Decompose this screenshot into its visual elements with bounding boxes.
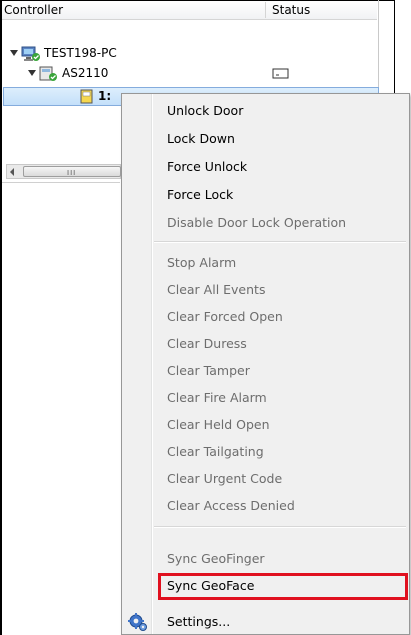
menu-item-sync-geofinger[interactable]: Sync GeoFinger [167,549,265,569]
horizontal-scrollbar[interactable]: III [6,164,121,179]
menu-gutter-highlight [152,94,153,634]
menu-item-disable-door-lock[interactable]: Disable Door Lock Operation [167,213,346,233]
menu-item-stop-alarm[interactable]: Stop Alarm [167,253,236,273]
status-icon [272,68,289,79]
menu-item-clear-tailgating[interactable]: Clear Tailgating [167,442,264,462]
context-menu: Unlock Door Lock Down Force Unlock Force… [121,93,410,635]
menu-item-clear-duress[interactable]: Clear Duress [167,334,247,354]
menu-item-clear-all-events[interactable]: Clear All Events [167,280,265,300]
scroll-left-icon[interactable] [10,168,14,176]
highlight-annotation [158,573,408,600]
computer-icon [21,46,40,61]
tree-node-door[interactable]: 1: [0,88,122,106]
menu-item-settings[interactable]: Settings... [167,612,230,632]
tree-node-label: TEST198-PC [44,46,117,60]
tree-node-pc[interactable]: TEST198-PC [0,45,370,63]
tree-node-controller[interactable]: AS2110 [0,65,370,83]
menu-item-lock-down[interactable]: Lock Down [167,129,235,149]
tree-node-label: 1: [98,89,112,103]
menu-item-clear-held-open[interactable]: Clear Held Open [167,415,270,435]
menu-separator [154,241,406,243]
tree-node-label: AS2110 [62,66,109,80]
divider [2,182,120,183]
expand-arrow-icon[interactable] [28,70,36,76]
column-header: Controller Status [2,1,377,20]
menu-item-unlock-door[interactable]: Unlock Door [167,101,243,121]
gear-icon [128,613,147,631]
menu-item-clear-tamper[interactable]: Clear Tamper [167,361,250,381]
scrollbar-thumb[interactable]: III [23,166,121,177]
scrollbar-grip: III [67,169,77,177]
menu-item-clear-forced-open[interactable]: Clear Forced Open [167,307,283,327]
column-divider[interactable] [265,2,266,18]
door-icon [80,89,93,104]
menu-item-force-lock[interactable]: Force Lock [167,185,233,205]
column-header-controller[interactable]: Controller [4,3,63,17]
menu-item-clear-fire-alarm[interactable]: Clear Fire Alarm [167,388,267,408]
expand-arrow-icon[interactable] [10,50,18,56]
menu-item-force-unlock[interactable]: Force Unlock [167,157,247,177]
column-header-status[interactable]: Status [272,3,310,17]
controller-icon [39,66,57,81]
menu-item-clear-access-denied[interactable]: Clear Access Denied [167,496,295,516]
menu-separator [154,526,406,528]
menu-item-clear-urgent-code[interactable]: Clear Urgent Code [167,469,282,489]
